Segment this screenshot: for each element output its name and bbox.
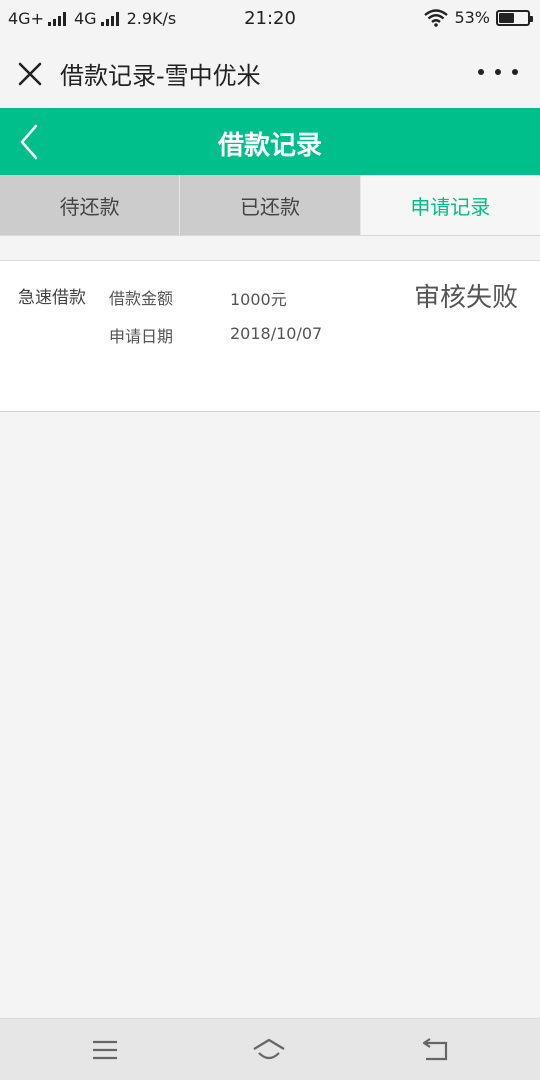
battery-fill — [499, 12, 514, 23]
nav-back-button[interactable] — [418, 1035, 452, 1065]
date-value: 2018/10/07 — [230, 324, 323, 343]
more-dots-icon — [512, 69, 518, 75]
tab-bar: 待还款 已还款 申请记录 — [0, 175, 540, 236]
close-icon — [18, 62, 42, 86]
tab-repaid[interactable]: 已还款 — [179, 175, 360, 235]
date-label: 申请日期 — [109, 327, 174, 346]
battery-icon — [496, 9, 533, 26]
tab-application-records[interactable]: 申请记录 — [359, 175, 540, 235]
status-badge: 审核失败 — [413, 283, 518, 313]
more-button[interactable] — [478, 62, 518, 82]
back-arrow-icon — [422, 1038, 448, 1061]
close-button[interactable] — [14, 58, 46, 90]
home-icon — [253, 1038, 285, 1060]
wifi-icon — [424, 8, 449, 27]
system-nav-bar — [0, 1018, 540, 1080]
amount-label: 借款金额 — [109, 289, 174, 308]
status-bar-right: 53% — [424, 8, 533, 27]
battery-percent: 53% — [454, 8, 490, 27]
menu-icon — [93, 1040, 117, 1060]
amount-value: 1000元 — [230, 290, 287, 309]
loan-type: 急速借款 — [18, 288, 86, 308]
tab-pending-repayment[interactable]: 待还款 — [0, 175, 180, 235]
webview-header: 借款记录-雪中优米 — [0, 38, 540, 108]
list-item[interactable]: 急速借款 借款金额 1000元 申请日期 2018/10/07 审核失败 — [0, 260, 540, 412]
webview-title: 借款记录-雪中优米 — [60, 62, 261, 90]
status-bar: 4G+ 4G 2.9K/s 21:20 53% — [0, 0, 540, 38]
more-dots-icon — [478, 69, 484, 75]
more-dots-icon — [495, 69, 501, 75]
nav-menu-button[interactable] — [88, 1035, 122, 1065]
app-bar: 借款记录 — [0, 108, 540, 175]
page-title: 借款记录 — [217, 131, 322, 161]
nav-home-button[interactable] — [252, 1035, 286, 1065]
